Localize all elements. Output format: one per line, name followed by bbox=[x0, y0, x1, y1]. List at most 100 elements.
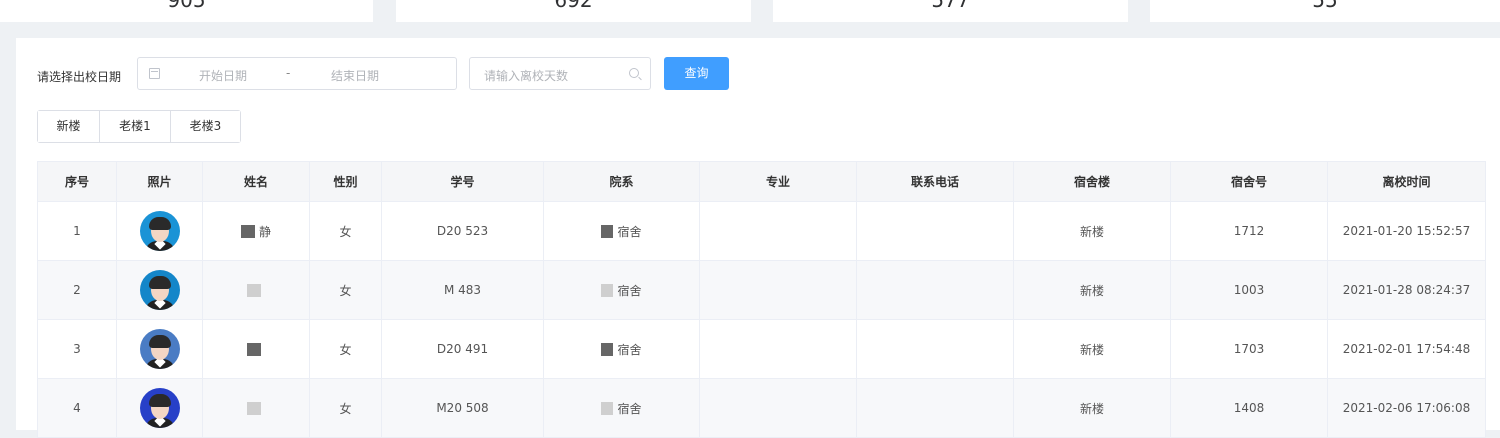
cell-leave-time: 2021-01-28 08:24:37 bbox=[1328, 261, 1486, 319]
tab-new-building[interactable]: 新楼 bbox=[38, 111, 100, 142]
cell-room: 1408 bbox=[1171, 379, 1328, 437]
cell-building: 新楼 bbox=[1014, 261, 1171, 319]
date-range-picker[interactable]: 开始日期 - 结束日期 bbox=[137, 57, 457, 90]
cell-building: 新楼 bbox=[1014, 379, 1171, 437]
cell-index: 2 bbox=[37, 261, 117, 319]
cell-student-id: D20 523 bbox=[382, 202, 544, 260]
end-date-input[interactable]: 结束日期 bbox=[331, 67, 379, 84]
student-photo bbox=[139, 329, 180, 369]
stat-value: 55 bbox=[1312, 0, 1338, 12]
redacted-block bbox=[240, 224, 255, 238]
student-photo bbox=[139, 270, 180, 310]
cell-gender: 女 bbox=[310, 379, 382, 437]
cell-index: 3 bbox=[37, 320, 117, 378]
cell-photo bbox=[117, 320, 203, 378]
stat-value: 577 bbox=[931, 0, 970, 12]
stat-value: 692 bbox=[554, 0, 593, 12]
cell-building: 新楼 bbox=[1014, 320, 1171, 378]
table-header: 序号 照片 姓名 性别 学号 院系 专业 联系电话 宿舍楼 宿舍号 离校时间 bbox=[37, 162, 1486, 202]
start-date-input[interactable]: 开始日期 bbox=[199, 67, 247, 84]
building-tab-group: 新楼 老楼1 老楼3 bbox=[37, 110, 241, 143]
cell-major bbox=[700, 379, 857, 437]
cell-major bbox=[700, 320, 857, 378]
department-name: 宿舍 bbox=[617, 342, 642, 357]
student-table: 序号 照片 姓名 性别 学号 院系 专业 联系电话 宿舍楼 宿舍号 离校时间 1 静女 D20 523 宿… bbox=[37, 161, 1486, 438]
table-row[interactable]: 1 静 女 D20 523 宿舍 新楼 1712 2021-01-20 15:52:57 bbox=[37, 202, 1486, 261]
cell-phone bbox=[857, 379, 1014, 437]
cell-room: 1703 bbox=[1171, 320, 1328, 378]
cell-student-id: M20 508 bbox=[382, 379, 544, 437]
cell-gender: 女 bbox=[310, 261, 382, 319]
cell-department: 宿舍 bbox=[544, 320, 700, 378]
column-header-department: 院系 bbox=[544, 162, 700, 201]
student-photo bbox=[139, 388, 180, 428]
cell-name: 静 bbox=[203, 202, 310, 260]
cell-phone bbox=[857, 261, 1014, 319]
days-away-placeholder: 请输入离校天数 bbox=[484, 69, 569, 83]
cell-building: 新楼 bbox=[1014, 202, 1171, 260]
cell-student-id: M 483 bbox=[382, 261, 544, 319]
cell-leave-time: 2021-02-01 17:54:48 bbox=[1328, 320, 1486, 378]
column-header-gender: 性别 bbox=[310, 162, 382, 201]
calendar-icon bbox=[149, 68, 160, 79]
cell-leave-time: 2021-01-20 15:52:57 bbox=[1328, 202, 1486, 260]
cell-index: 4 bbox=[37, 379, 117, 437]
column-header-phone: 联系电话 bbox=[857, 162, 1014, 201]
tab-old-building-1[interactable]: 老楼1 bbox=[100, 111, 171, 142]
redacted-block bbox=[601, 401, 614, 415]
column-header-name: 姓名 bbox=[203, 162, 310, 201]
column-header-major: 专业 bbox=[700, 162, 857, 201]
table-row[interactable]: 2 女M 483 宿舍 新楼 1003 2021-01-28 08:24:37 bbox=[37, 261, 1486, 320]
table-row[interactable]: 3 女 D20 491 宿舍 新楼 1703 2021-02-01 17:54:48 bbox=[37, 320, 1486, 379]
cell-room: 1003 bbox=[1171, 261, 1328, 319]
cell-major bbox=[700, 261, 857, 319]
cell-name bbox=[203, 379, 310, 437]
cell-room: 1712 bbox=[1171, 202, 1328, 260]
column-header-building: 宿舍楼 bbox=[1014, 162, 1171, 201]
cell-department: 宿舍 bbox=[544, 379, 700, 437]
cell-name bbox=[203, 320, 310, 378]
cell-photo bbox=[117, 261, 203, 319]
column-header-student-id: 学号 bbox=[382, 162, 544, 201]
stat-card-4: 55 bbox=[1150, 0, 1500, 22]
stat-value: 905 bbox=[167, 0, 206, 12]
department-name: 宿舍 bbox=[617, 401, 642, 416]
cell-photo bbox=[117, 379, 203, 437]
redacted-block bbox=[247, 283, 261, 297]
stat-card-2: 692 bbox=[396, 0, 751, 22]
student-name: 静 bbox=[258, 224, 271, 239]
table-row[interactable]: 4 女 M20 508 宿舍 新楼 1408 2021-02-06 17:06:08 bbox=[37, 379, 1486, 438]
cell-phone bbox=[857, 320, 1014, 378]
days-away-input[interactable]: 请输入离校天数 bbox=[469, 57, 651, 90]
column-header-index: 序号 bbox=[37, 162, 117, 201]
redacted-block bbox=[601, 342, 614, 356]
redacted-block bbox=[601, 224, 614, 238]
cell-student-id: D20 491 bbox=[382, 320, 544, 378]
stats-row: 905 692 577 55 bbox=[0, 0, 1500, 22]
cell-phone bbox=[857, 202, 1014, 260]
cell-gender: 女 bbox=[310, 202, 382, 260]
main-panel: 请选择出校日期 开始日期 - 结束日期 请输入离校天数 查询 新楼 老楼1 老楼… bbox=[16, 38, 1500, 438]
department-name: 宿舍 bbox=[617, 283, 642, 298]
cell-leave-time: 2021-02-06 17:06:08 bbox=[1328, 379, 1486, 437]
stat-card-1: 905 bbox=[0, 0, 373, 22]
cell-name bbox=[203, 261, 310, 319]
cell-major bbox=[700, 202, 857, 260]
cell-gender: 女 bbox=[310, 320, 382, 378]
column-header-room: 宿舍号 bbox=[1171, 162, 1328, 201]
column-header-leave-time: 离校时间 bbox=[1328, 162, 1486, 201]
query-button[interactable]: 查询 bbox=[664, 57, 729, 90]
cell-department: 宿舍 bbox=[544, 202, 700, 260]
redacted-block bbox=[601, 283, 614, 297]
date-filter-label: 请选择出校日期 bbox=[37, 70, 122, 84]
cell-department: 宿舍 bbox=[544, 261, 700, 319]
redacted-block bbox=[247, 401, 261, 415]
redacted-block bbox=[247, 342, 261, 356]
column-header-photo: 照片 bbox=[117, 162, 203, 201]
search-icon[interactable] bbox=[629, 68, 639, 78]
cell-photo bbox=[117, 202, 203, 260]
tab-old-building-3[interactable]: 老楼3 bbox=[171, 111, 240, 142]
student-photo bbox=[139, 211, 180, 251]
department-name: 宿舍 bbox=[617, 224, 642, 239]
date-range-separator: - bbox=[286, 66, 291, 80]
